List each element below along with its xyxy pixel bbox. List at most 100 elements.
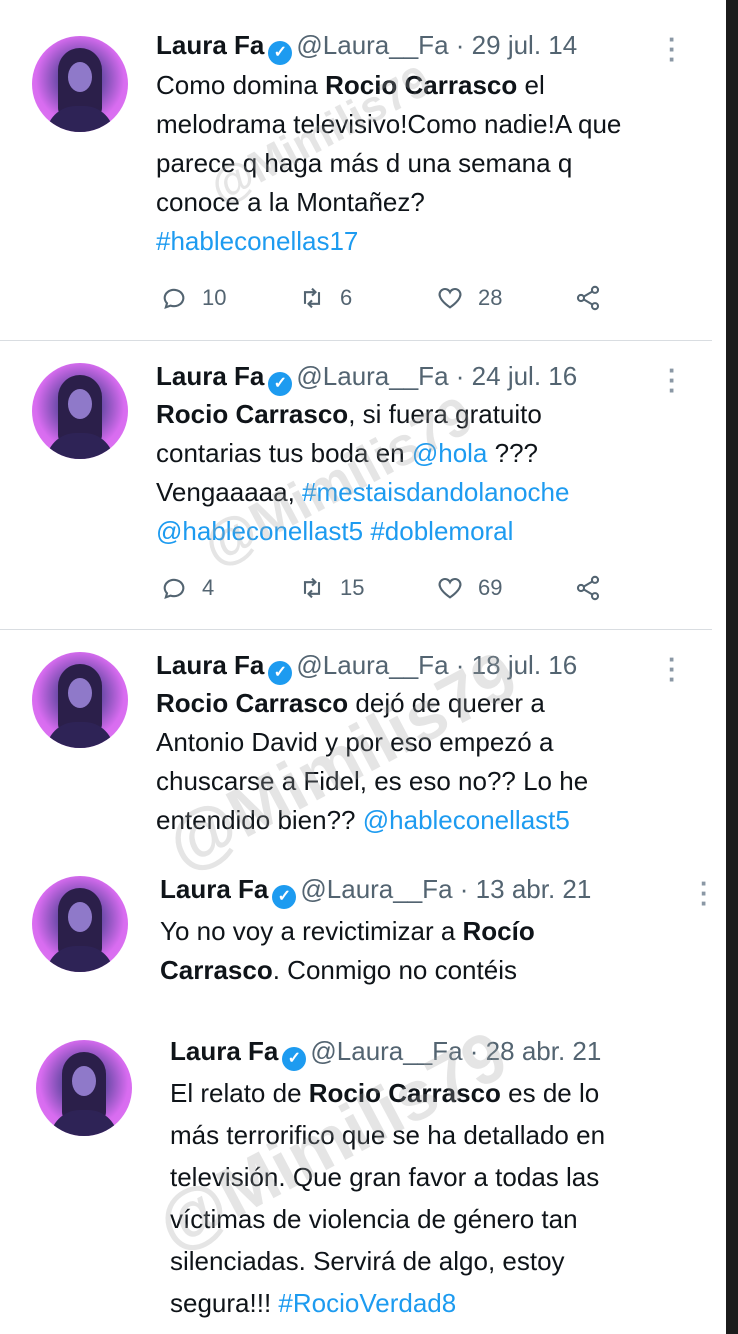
reply-button[interactable]: 10 <box>160 280 226 316</box>
heart-icon <box>438 577 462 599</box>
mention-link[interactable]: @hola <box>412 438 488 468</box>
tweet-text: El relato de Rocio Carrasco es de lo más … <box>170 1072 710 1324</box>
tweet-3[interactable]: Laura Fa ✓ @Laura__Fa · 18 jul. 16 · · · Roc… <box>0 630 712 860</box>
like-button[interactable]: 69 <box>436 570 502 606</box>
text-segment: Vengaaaaa, <box>156 477 303 507</box>
tweet-5[interactable]: Laura Fa ✓ @Laura__Fa · 28 abr. 21 El rela… <box>0 1024 712 1334</box>
author-name[interactable]: Laura Fa <box>156 30 264 60</box>
tweet-line: Antonio David y por eso empezó a <box>156 723 716 762</box>
avatar[interactable] <box>32 876 128 972</box>
retweet-icon <box>303 577 321 599</box>
mention-link[interactable]: @hableconellast5 <box>156 516 363 546</box>
author-handle[interactable]: @Laura__Fa <box>296 30 448 60</box>
hashtag-link[interactable]: #hableconellas17 <box>156 226 358 256</box>
tweet-4[interactable]: Laura Fa ✓ @Laura__Fa · 13 abr. 21 · · · Yo … <box>0 862 712 1012</box>
author-name[interactable]: Laura Fa <box>160 874 268 904</box>
tweet-2[interactable]: Laura Fa ✓ @Laura__Fa · 24 jul. 16 · · · Roc… <box>0 341 712 629</box>
author-handle[interactable]: @Laura__Fa <box>296 650 448 680</box>
tweet-line: Vengaaaaa, #mestaisdandolanoche <box>156 473 716 512</box>
reply-button[interactable]: 4 <box>160 570 214 606</box>
avatar[interactable] <box>32 363 128 459</box>
reply-bubble-icon <box>163 288 185 310</box>
tweet-header: Laura Fa ✓ @Laura__Fa · 28 abr. 21 <box>170 1036 601 1071</box>
tweet-actions: 4 15 69 <box>160 570 610 606</box>
author-handle[interactable]: @Laura__Fa <box>296 361 448 391</box>
separator-dot: · <box>455 650 465 680</box>
tweet-line: más terrorifico que se ha detallado en <box>170 1114 710 1156</box>
more-vertical-icon[interactable]: · · · <box>668 357 677 403</box>
author-handle[interactable]: @Laura__Fa <box>310 1036 462 1066</box>
like-count: 69 <box>478 575 503 600</box>
separator-dot: · <box>459 874 469 904</box>
author-name[interactable]: Laura Fa <box>156 650 264 680</box>
retweet-button[interactable]: 6 <box>298 280 352 316</box>
tweet-line: televisión. Que gran favor a todas las <box>170 1156 710 1198</box>
retweet-button[interactable]: 15 <box>298 570 364 606</box>
tweet-line: Rocio Carrasco, si fuera gratuito <box>156 395 716 434</box>
tweet-line: Carrasco. Conmigo no contéis <box>160 951 720 990</box>
avatar[interactable] <box>36 1040 132 1136</box>
text-segment: conoce a la Montañez? <box>156 187 425 217</box>
share-icon <box>576 285 600 311</box>
tweet-text: Como domina Rocio Carrasco el melodrama t… <box>156 66 716 261</box>
hashtag-link[interactable]: #mestaisdandolanoche <box>302 477 569 507</box>
hashtag-link[interactable]: #doblemoral <box>370 516 513 546</box>
text-segment: silenciadas. Servirá de algo, estoy <box>170 1246 565 1276</box>
more-vertical-icon[interactable]: · · · <box>700 870 709 916</box>
tweet-date[interactable]: 24 jul. 16 <box>472 361 578 391</box>
tweet-date[interactable]: 28 abr. 21 <box>486 1036 602 1066</box>
tweet-line: víctimas de violencia de género tan <box>170 1198 710 1240</box>
text-segment: ??? <box>487 438 539 468</box>
right-edge-bar <box>726 0 738 1334</box>
tweet-line: Como domina Rocio Carrasco el <box>156 66 716 105</box>
text-segment: , si fuera gratuito <box>348 399 542 429</box>
tweet-date[interactable]: 13 abr. 21 <box>476 874 592 904</box>
tweet-line: Yo no voy a revictimizar a Rocío <box>160 912 720 951</box>
heart-icon <box>438 287 462 309</box>
tweet-line: #hableconellas17 <box>156 222 716 261</box>
share-icon <box>576 575 600 601</box>
retweet-icon <box>303 287 321 309</box>
text-segment: . Conmigo no contéis <box>272 955 517 985</box>
reply-count: 4 <box>202 575 215 600</box>
bold-highlight: Rocio Carrasco <box>325 70 518 100</box>
avatar[interactable] <box>32 652 128 748</box>
avatar[interactable] <box>32 36 128 132</box>
like-button[interactable]: 28 <box>436 280 502 316</box>
tweet-line: silenciadas. Servirá de algo, estoy <box>170 1240 710 1282</box>
tweet-line: parece q haga más d una semana q <box>156 144 716 183</box>
bold-highlight: Rocío <box>462 916 535 946</box>
tweet-line: chuscarse a Fidel, es eso no?? Lo he <box>156 762 716 801</box>
mention-link[interactable]: @hableconellast5 <box>363 805 570 835</box>
text-segment: el <box>517 70 545 100</box>
tweet-line: entendido bien?? @hableconellast5 <box>156 801 716 840</box>
tweet-date[interactable]: 29 jul. 14 <box>472 30 578 60</box>
verified-badge-icon: ✓ <box>272 885 297 909</box>
more-vertical-icon[interactable]: · · · <box>668 26 677 72</box>
share-button[interactable] <box>574 570 616 606</box>
text-segment: El relato de <box>170 1078 309 1108</box>
bold-highlight: Rocio Carrasco <box>308 1078 501 1108</box>
tweet-text: Yo no voy a revictimizar a Rocío Carrasco… <box>160 912 720 990</box>
tweet-line: melodrama televisivo!Como nadie!A que <box>156 105 716 144</box>
more-vertical-icon[interactable]: · · · <box>668 646 677 692</box>
author-handle[interactable]: @Laura__Fa <box>300 874 452 904</box>
text-segment: es de lo <box>500 1078 600 1108</box>
tweet-date[interactable]: 18 jul. 16 <box>472 650 578 680</box>
share-button[interactable] <box>574 280 616 316</box>
reply-bubble-icon <box>163 578 185 600</box>
text-segment: parece q haga más d una semana q <box>156 148 573 178</box>
separator-dot: · <box>469 1036 479 1066</box>
verified-badge-icon: ✓ <box>268 372 293 396</box>
verified-badge-icon: ✓ <box>268 661 293 685</box>
text-segment: más terrorifico que se ha detallado en <box>170 1120 606 1150</box>
tweet-text: Rocio Carrasco dejó de querer a Antonio D… <box>156 684 716 840</box>
author-name[interactable]: Laura Fa <box>170 1036 278 1066</box>
text-segment: entendido bien?? <box>156 805 363 835</box>
author-name[interactable]: Laura Fa <box>156 361 264 391</box>
tweet-line: Rocio Carrasco dejó de querer a <box>156 684 716 723</box>
tweet-1[interactable]: Laura Fa ✓ @Laura__Fa · 29 jul. 14 · · · Com… <box>0 0 712 340</box>
bold-highlight: Rocio Carrasco <box>156 688 349 718</box>
tweet-actions: 10 6 28 <box>160 280 610 316</box>
hashtag-link[interactable]: #RocioVerdad8 <box>278 1288 456 1318</box>
